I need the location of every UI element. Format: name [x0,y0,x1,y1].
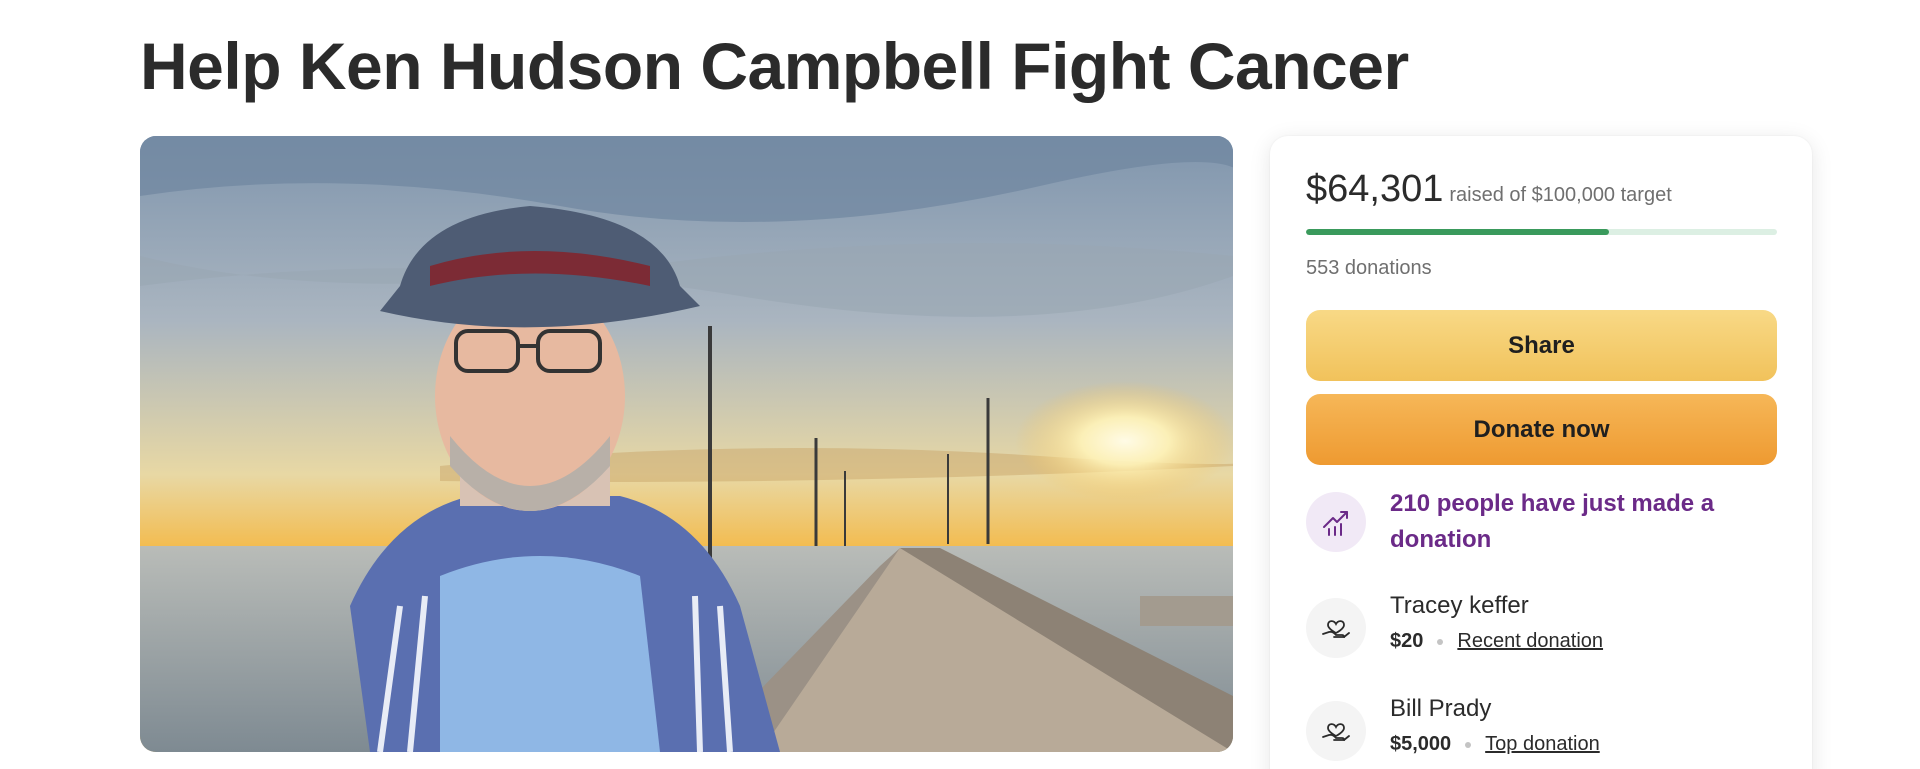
recent-activity-notice: 210 people have just made a donation [1306,490,1750,558]
raised-amount: $64,301 [1306,168,1444,210]
share-button[interactable]: Share [1306,310,1777,381]
fundraiser-page: Help Ken Hudson Campbell Fight Cancer $6… [0,0,1920,769]
donor-amount: $5,000 [1390,733,1452,755]
donor-name: Bill Prady [1390,695,1492,722]
recent-activity-text: 210 people have just made a donation [1390,490,1715,553]
fundraiser-card: $64,301 raised of $100,000 target 553 do… [1270,136,1812,769]
donations-count: 553 donations [1306,257,1432,279]
raised-target: raised of $100,000 target [1449,184,1672,206]
donor-item: Tracey keffer $20 Recent donation [1306,592,1603,658]
top-donation-link[interactable]: Top donation [1485,733,1600,756]
donor-name: Tracey keffer [1390,592,1529,619]
campaign-photo [140,136,1233,752]
donor-info: Tracey keffer $20 Recent donation [1390,592,1603,653]
donor-item: Bill Prady $5,000 Top donation [1306,695,1600,761]
trend-up-icon [1306,492,1366,552]
donor-meta: $5,000 Top donation [1390,733,1600,756]
donor-info: Bill Prady $5,000 Top donation [1390,695,1600,756]
page-title: Help Ken Hudson Campbell Fight Cancer [140,29,1409,103]
recent-donation-link[interactable]: Recent donation [1457,630,1603,653]
donor-meta: $20 Recent donation [1390,630,1603,653]
heart-hand-icon [1306,701,1366,761]
separator-dot [1437,638,1444,645]
heart-hand-icon [1306,598,1366,658]
progress-bar [1306,229,1777,235]
separator-dot [1465,741,1472,748]
progress-fill [1306,229,1609,235]
raised-summary: $64,301 raised of $100,000 target [1306,168,1672,211]
donate-now-button[interactable]: Donate now [1306,394,1777,465]
donor-amount: $20 [1390,630,1424,652]
